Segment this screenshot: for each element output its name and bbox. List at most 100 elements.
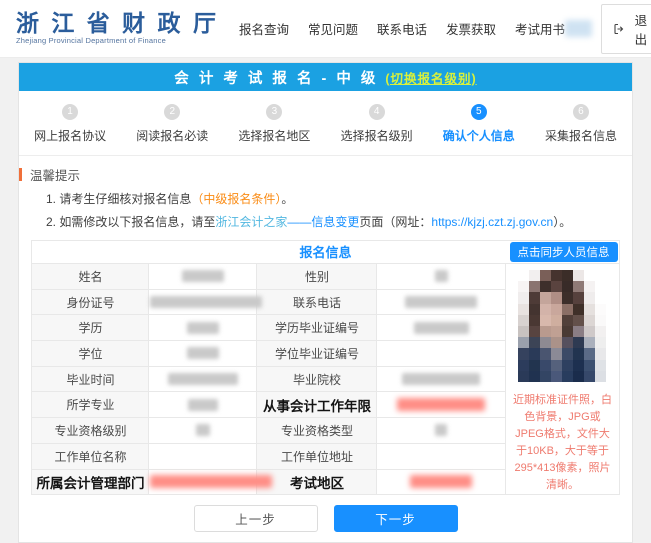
exam-title-bar: 会 计 考 试 报 名 - 中 级 (切换报名级别) <box>19 63 632 91</box>
field-value-redacted <box>149 443 257 469</box>
field-value-redacted <box>149 392 257 418</box>
field-label: 毕业院校 <box>257 366 377 392</box>
field-label: 身份证号 <box>32 289 149 315</box>
field-value-redacted <box>377 264 506 290</box>
step-confirm-info: 5 确认个人信息 <box>428 104 530 144</box>
tip1-suffix: 。 <box>281 192 293 206</box>
previous-step-button[interactable]: 上一步 <box>194 505 318 532</box>
tips-section: 温馨提示 1. 请考生仔细核对报名信息（中级报名条件）。 2. 如需修改以下报名… <box>19 156 632 232</box>
field-label: 从事会计工作年限 <box>257 392 377 418</box>
dash-separator: —— <box>287 215 311 229</box>
table-title-row: 报名信息 点击同步人员信息 <box>32 241 619 264</box>
logout-icon <box>613 23 625 35</box>
step-label: 选择报名地区 <box>223 127 325 144</box>
tips-heading: 温馨提示 <box>19 165 632 184</box>
step-label: 网上报名协议 <box>19 127 121 144</box>
field-value-redacted <box>377 469 506 495</box>
field-value-redacted <box>149 264 257 290</box>
field-value-redacted <box>377 341 506 367</box>
field-label: 学位毕业证编号 <box>257 341 377 367</box>
field-label: 专业资格级别 <box>32 418 149 444</box>
accounting-home-link[interactable]: 浙江会计之家 <box>215 215 287 229</box>
field-label: 工作单位地址 <box>257 443 377 469</box>
nav-item-contact-phone[interactable]: 联系电话 <box>377 19 427 38</box>
tips-heading-label: 温馨提示 <box>30 165 80 184</box>
field-label: 学历 <box>32 315 149 341</box>
info-table-body: 姓名 性别近期标准证件照，白色背景，JPG或JPEG格式，文件大于10KB，大于等… <box>32 264 619 495</box>
intermediate-conditions-link[interactable]: （中级报名条件） <box>191 192 281 206</box>
tip-line-2: 2. 如需修改以下报名信息，请至浙江会计之家——信息变更页面（网址：https:… <box>46 213 632 230</box>
nav-item-exam-books[interactable]: 考试用书 <box>515 19 565 38</box>
field-value-redacted <box>149 366 257 392</box>
username-redacted <box>565 20 592 37</box>
step-label: 确认个人信息 <box>428 127 530 144</box>
next-step-button[interactable]: 下一步 <box>334 505 458 532</box>
field-label: 所学专业 <box>32 392 149 418</box>
field-value-redacted <box>377 392 506 418</box>
logo: 浙 江 省 财 政 厅 Zhejiang Provincial Departme… <box>16 12 219 45</box>
field-value-redacted <box>149 341 257 367</box>
step-number: 6 <box>573 104 589 120</box>
tip2-mid: 页面（网址： <box>359 215 431 229</box>
field-label: 姓名 <box>32 264 149 290</box>
step-number: 2 <box>164 104 180 120</box>
id-photo <box>518 270 606 382</box>
step-online-agreement: 1 网上报名协议 <box>19 104 121 144</box>
wizard-steps: 1 网上报名协议 2 阅读报名必读 3 选择报名地区 4 选择报名级别 5 确认… <box>19 91 632 156</box>
info-change-link[interactable]: 信息变更 <box>311 215 359 229</box>
field-value-redacted <box>377 315 506 341</box>
step-read-notice: 2 阅读报名必读 <box>121 104 223 144</box>
page-title: 会 计 考 试 报 名 - 中 级 <box>174 67 378 88</box>
wizard-footer: 上一步 下一步 <box>19 505 632 532</box>
logo-subtitle: Zhejiang Provincial Department of Financ… <box>16 37 219 45</box>
step-label: 选择报名级别 <box>326 127 428 144</box>
step-number: 3 <box>266 104 282 120</box>
site-header: 浙 江 省 财 政 厅 Zhejiang Provincial Departme… <box>0 0 651 58</box>
field-label: 联系电话 <box>257 289 377 315</box>
registration-info-table: 报名信息 点击同步人员信息 姓名 性别近期标准证件照，白色背景，JPG或JPEG格… <box>31 240 619 495</box>
logout-label: 退 出 <box>630 10 651 48</box>
step-collect-info: 6 采集报名信息 <box>530 104 632 144</box>
tip1-text: 1. 请考生仔细核对报名信息 <box>46 192 191 206</box>
field-label: 所属会计管理部门 <box>32 469 149 495</box>
step-select-region: 3 选择报名地区 <box>223 104 325 144</box>
field-label: 学位 <box>32 341 149 367</box>
field-value-redacted <box>377 418 506 444</box>
tip2-suffix: ）。 <box>553 215 571 229</box>
logo-title: 浙 江 省 财 政 厅 <box>16 12 219 35</box>
logout-button[interactable]: 退 出 <box>601 4 651 54</box>
step-number: 1 <box>62 104 78 120</box>
field-label: 专业资格类型 <box>257 418 377 444</box>
field-label: 毕业时间 <box>32 366 149 392</box>
switch-level-link[interactable]: (切换报名级别) <box>385 68 476 87</box>
field-label: 工作单位名称 <box>32 443 149 469</box>
sync-personnel-info-button[interactable]: 点击同步人员信息 <box>510 242 618 262</box>
nav-item-registration-query[interactable]: 报名查询 <box>239 19 289 38</box>
registration-card: 会 计 考 试 报 名 - 中 级 (切换报名级别) 1 网上报名协议 2 阅读… <box>18 62 633 543</box>
page-content: 会 计 考 试 报 名 - 中 级 (切换报名级别) 1 网上报名协议 2 阅读… <box>0 58 651 543</box>
step-label: 阅读报名必读 <box>121 127 223 144</box>
field-value-redacted <box>149 418 257 444</box>
table-row: 姓名性别近期标准证件照，白色背景，JPG或JPEG格式，文件大于10KB，大于等… <box>32 264 619 290</box>
nav-item-faq[interactable]: 常见问题 <box>308 19 358 38</box>
tip-line-1: 1. 请考生仔细核对报名信息（中级报名条件）。 <box>46 190 632 207</box>
step-number: 4 <box>369 104 385 120</box>
table-title: 报名信息 <box>299 245 351 260</box>
step-select-level: 4 选择报名级别 <box>326 104 428 144</box>
photo-cell: 近期标准证件照，白色背景，JPG或JPEG格式，文件大于10KB，大于等于295… <box>506 264 619 495</box>
tips-accent-bar <box>19 168 22 181</box>
step-number: 5 <box>471 104 487 120</box>
nav-item-invoice[interactable]: 发票获取 <box>446 19 496 38</box>
top-nav: 报名查询 常见问题 联系电话 发票获取 考试用书 <box>239 19 565 38</box>
kjzj-url-link[interactable]: https://kjzj.czt.zj.gov.cn <box>431 215 553 229</box>
field-label: 性别 <box>257 264 377 290</box>
tip2-text: 2. 如需修改以下报名信息，请至 <box>46 215 215 229</box>
field-label: 考试地区 <box>257 469 377 495</box>
header-right: 退 出 无障碍浏览 进入老年模式 <box>565 4 651 54</box>
step-label: 采集报名信息 <box>530 127 632 144</box>
field-value-redacted <box>377 443 506 469</box>
field-value-redacted <box>149 469 257 495</box>
photo-requirements-note: 近期标准证件照，白色背景，JPG或JPEG格式，文件大于10KB，大于等于295… <box>510 392 614 494</box>
field-value-redacted <box>149 315 257 341</box>
field-value-redacted <box>377 289 506 315</box>
